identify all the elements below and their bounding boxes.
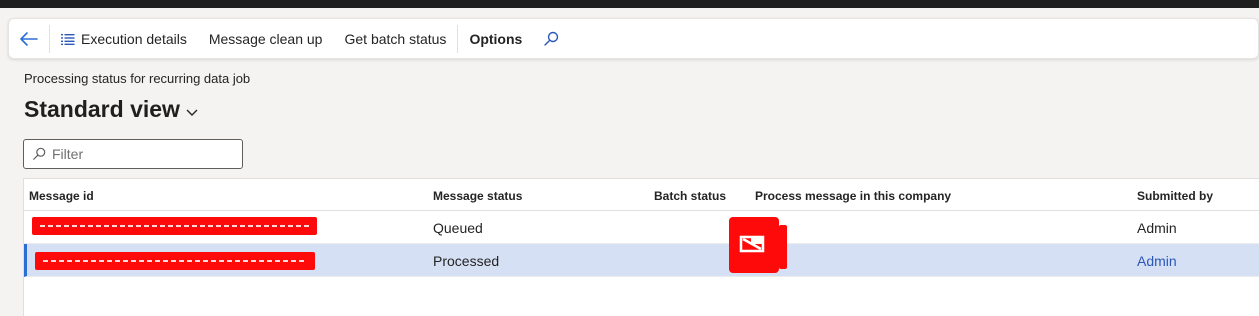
message-grid: Message id Message status Batch status P…	[23, 178, 1259, 316]
action-pane: Execution details Message clean up Get b…	[8, 18, 1259, 59]
submitted-by-cell: Admin	[1137, 220, 1177, 236]
redacted-message-id	[32, 217, 317, 235]
filter-box	[23, 139, 243, 169]
back-button[interactable]	[9, 19, 49, 58]
chevron-down-icon	[186, 109, 198, 116]
column-header-batch-status[interactable]: Batch status	[654, 189, 726, 203]
redacted-message-id	[35, 252, 315, 270]
message-cleanup-button[interactable]: Message clean up	[198, 19, 334, 58]
search-icon	[33, 147, 46, 160]
submitted-by-cell[interactable]: Admin	[1137, 253, 1177, 269]
search-icon	[544, 31, 559, 46]
message-status-cell: Processed	[433, 253, 500, 269]
table-row[interactable]: Queued Admin	[24, 211, 1259, 244]
message-cleanup-label: Message clean up	[208, 30, 323, 47]
column-header-process-message[interactable]: Process message in this company	[755, 189, 951, 203]
options-label: Options	[469, 30, 523, 47]
page-caption: Processing status for recurring data job	[24, 71, 251, 86]
execution-details-label: Execution details	[81, 30, 187, 47]
filter-input[interactable]	[52, 146, 232, 162]
column-header-message-status[interactable]: Message status	[433, 189, 522, 203]
window-top-bar	[0, 0, 1259, 8]
list-icon	[61, 33, 75, 45]
table-row-selected[interactable]: Processed Admin	[24, 244, 1259, 277]
grid-header: Message id Message status Batch status P…	[24, 179, 1259, 211]
get-batch-status-button[interactable]: Get batch status	[333, 19, 457, 58]
search-button[interactable]	[533, 19, 569, 58]
options-tab[interactable]: Options	[458, 19, 533, 58]
get-batch-status-label: Get batch status	[344, 30, 447, 47]
column-header-submitted-by[interactable]: Submitted by	[1137, 189, 1213, 203]
arrow-left-icon	[20, 31, 38, 46]
view-selector[interactable]: Standard view	[24, 96, 198, 123]
view-name: Standard view	[24, 96, 180, 122]
message-status-cell: Queued	[433, 220, 483, 236]
execution-details-button[interactable]: Execution details	[50, 19, 198, 58]
column-header-message-id[interactable]: Message id	[29, 189, 94, 203]
redacted-company-icon	[729, 217, 787, 273]
